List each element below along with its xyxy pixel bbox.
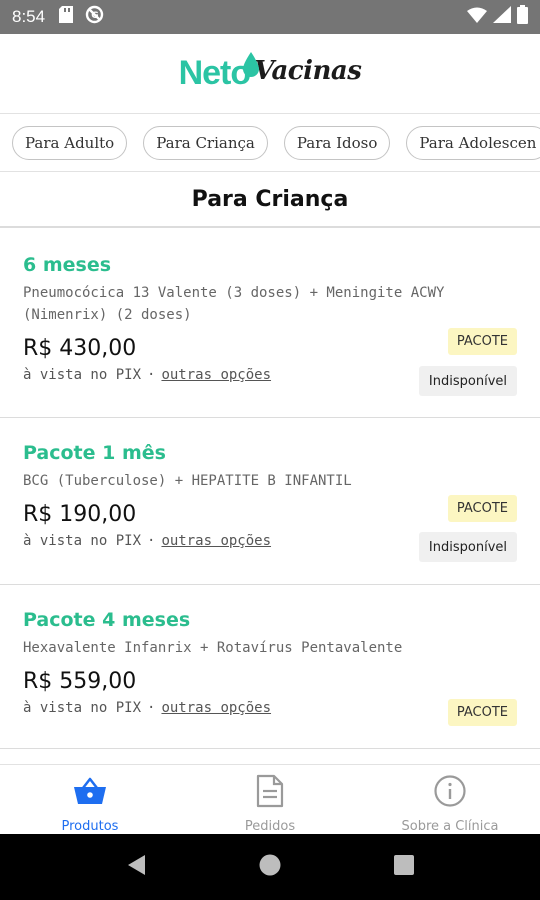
signal-icon — [493, 6, 511, 28]
package-badge: PACOTE — [447, 495, 517, 522]
payment-method: à vista no PIX — [23, 367, 142, 383]
filter-chip-adult[interactable]: Para Adulto — [12, 125, 128, 160]
home-icon[interactable] — [258, 853, 282, 882]
battery-icon — [517, 5, 528, 29]
product-description: BCG (Tuberculose) + HEPATITE B INFANTIL — [23, 473, 352, 489]
product-description: Hexavalente Infanrix + Rotavírus Pentava… — [23, 640, 403, 656]
document-icon — [256, 773, 284, 809]
info-icon — [433, 773, 467, 809]
product-card[interactable]: Pacote 1 mês BCG (Tuberculose) + HEPATIT… — [0, 418, 540, 585]
product-list[interactable]: 6 meses Pneumocócica 13 Valente (3 doses… — [0, 230, 540, 764]
other-options-link[interactable]: outras opções — [161, 533, 271, 549]
product-card[interactable]: Pacote 4 meses Hexavalente Infanrix + Ro… — [0, 585, 540, 749]
status-time: 8:54 — [12, 7, 46, 26]
product-price: R$ 190,00 — [23, 502, 137, 527]
payment-method: à vista no PIX — [23, 533, 142, 549]
product-name: Pacote 4 meses — [23, 609, 191, 631]
logo-primary-text: Neto — [178, 54, 252, 92]
recents-icon[interactable] — [393, 854, 415, 881]
blocked-icon: G — [85, 5, 104, 29]
nav-label-orders: Pedidos — [244, 819, 296, 834]
category-filter-bar[interactable]: Para Adulto Para Criança Para Idoso Para… — [0, 114, 540, 172]
product-name: Pacote 1 mês — [23, 442, 166, 464]
payment-separator: · — [147, 533, 156, 549]
system-navigation-bar — [0, 834, 540, 900]
nav-label-about: Sobre a Clínica — [401, 819, 499, 834]
section-title: Para Criança — [191, 186, 349, 212]
nav-item-products[interactable]: Produtos — [0, 765, 180, 834]
basket-icon — [73, 773, 107, 809]
payment-separator: · — [147, 700, 156, 716]
package-badge: PACOTE — [447, 699, 517, 726]
nav-item-orders[interactable]: Pedidos — [180, 765, 360, 834]
payment-separator: · — [147, 367, 156, 383]
back-icon[interactable] — [125, 853, 147, 882]
nav-label-products: Produtos — [61, 819, 119, 834]
product-name: 6 meses — [23, 254, 112, 276]
brand-logo[interactable]: Neto Vacinas — [179, 46, 362, 102]
drop-icon — [241, 51, 261, 83]
svg-text:G: G — [91, 11, 98, 21]
bottom-navigation: Produtos Pedidos Sobre a Clínica — [0, 764, 540, 834]
sd-card-icon — [59, 6, 74, 28]
availability-badge: Indisponível — [418, 532, 517, 562]
product-description: Pneumocócica 13 Valente (3 doses) + Meni… — [23, 285, 445, 323]
nav-item-about[interactable]: Sobre a Clínica — [360, 765, 540, 834]
payment-info: à vista no PIX · outras opções — [23, 700, 517, 716]
app-header: Neto Vacinas — [0, 34, 540, 114]
payment-method: à vista no PIX — [23, 700, 142, 716]
section-header: Para Criança — [0, 172, 540, 228]
filter-chip-child[interactable]: Para Criança — [143, 125, 268, 160]
filter-chip-elderly[interactable]: Para Idoso — [283, 125, 391, 160]
status-bar: 8:54 G — [0, 0, 540, 34]
product-card[interactable]: 6 meses Pneumocócica 13 Valente (3 doses… — [0, 230, 540, 418]
filter-chip-teen[interactable]: Para Adolescen — [406, 125, 540, 160]
package-badge: PACOTE — [447, 328, 517, 355]
other-options-link[interactable]: outras opções — [161, 367, 271, 383]
logo-secondary-text: Vacinas — [254, 55, 362, 86]
wifi-icon — [467, 7, 487, 28]
other-options-link[interactable]: outras opções — [161, 700, 271, 716]
product-price: R$ 559,00 — [23, 669, 137, 694]
product-price: R$ 430,00 — [23, 336, 137, 361]
availability-badge: Indisponível — [418, 366, 517, 396]
